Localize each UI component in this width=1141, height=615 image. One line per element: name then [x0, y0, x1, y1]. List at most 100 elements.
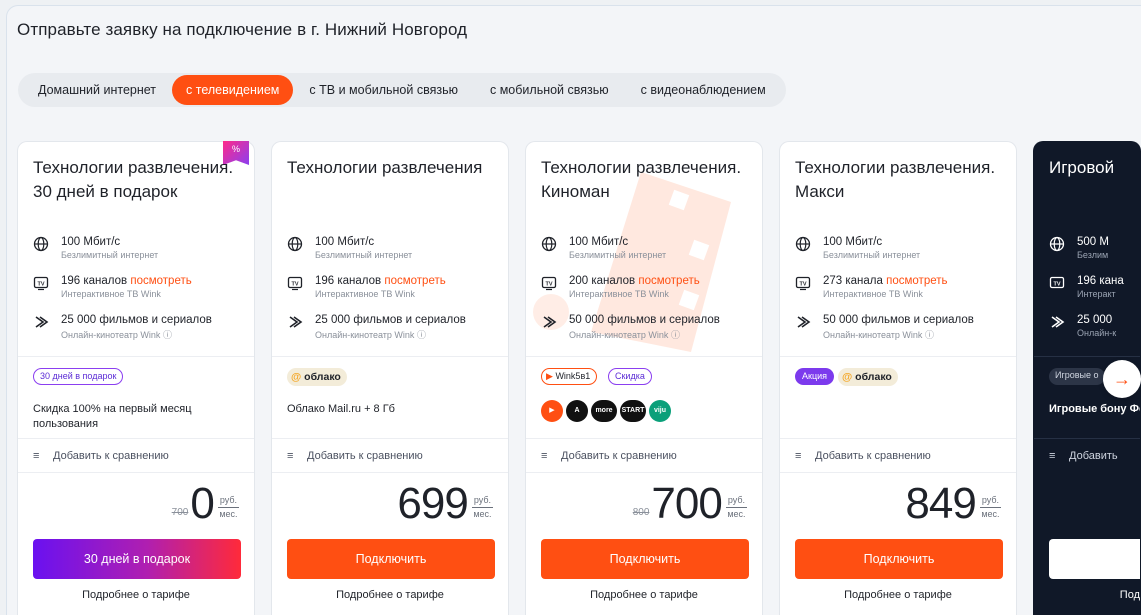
- tab-mobile[interactable]: с мобильной связью: [474, 75, 625, 105]
- tab-video-surveillance[interactable]: с видеонаблюдением: [625, 75, 782, 105]
- divider: [1034, 438, 1140, 439]
- movies-count: 25 000: [1077, 314, 1113, 326]
- channels-link[interactable]: посмотреть: [638, 275, 699, 287]
- globe-icon: [1049, 236, 1065, 252]
- globe-icon: [287, 236, 303, 252]
- tariff-name: Игровой: [1049, 158, 1115, 177]
- play-icon: ▶: [546, 371, 553, 381]
- old-price: 800: [632, 507, 650, 518]
- promo-text: Игровые бону Фогейм: [1049, 403, 1140, 415]
- gift-badge: 30 дней в подарок: [33, 368, 124, 385]
- svg-text:TV: TV: [291, 281, 298, 287]
- movies-count: 25 000 фильмов и сериалов: [315, 314, 466, 326]
- tv-desc: Интерактивное ТВ Wink: [823, 289, 923, 299]
- tv-icon: TV: [541, 276, 557, 291]
- tariff-details-link[interactable]: Подробнее о тарифе: [18, 589, 254, 601]
- tv-desc: Интерактивное ТВ Wink: [315, 289, 415, 299]
- compare-icon: ≡: [541, 450, 548, 462]
- internet-speed: 100 Мбит/с: [61, 236, 121, 248]
- tab-home-internet[interactable]: Домашний интернет: [22, 75, 172, 105]
- svg-text:TV: TV: [37, 281, 44, 287]
- tariff-details-link[interactable]: Подробнее о тарифе: [272, 589, 508, 601]
- tariff-name: Технологии развлечения: [287, 158, 483, 177]
- price-block: 849 руб. мес.: [905, 480, 1001, 526]
- wink-badge: ▶ Wink5в1: [541, 368, 598, 385]
- discount-badge: Скидка: [608, 368, 652, 385]
- tariff-card: % Технологии развлечения. 30 дней в пода…: [17, 141, 255, 615]
- add-to-compare[interactable]: ≡ Добавить к сравнению: [795, 450, 931, 462]
- movies-count: 50 000 фильмов и сериалов: [569, 314, 720, 326]
- tab-with-tv[interactable]: с телевидением: [172, 75, 294, 105]
- svg-text:TV: TV: [799, 281, 806, 287]
- internet-desc: Безлимитный интернет: [823, 250, 921, 260]
- internet-desc: Безлим: [1077, 250, 1109, 260]
- compare-icon: ≡: [1049, 450, 1056, 462]
- globe-icon: [33, 236, 49, 252]
- internet-speed: 500 М: [1077, 236, 1109, 248]
- divider: [780, 356, 1016, 357]
- tariff-details-link[interactable]: Подробнее о тарифе: [780, 589, 1016, 601]
- divider: [526, 472, 762, 473]
- arrow-right-icon[interactable]: →: [1103, 360, 1141, 398]
- price-block: 699 руб. мес.: [397, 480, 493, 526]
- help-icon[interactable]: ⓘ: [671, 330, 680, 340]
- tariff-details-link[interactable]: Подробнее о тарифе: [526, 589, 762, 601]
- gift-button[interactable]: 30 дней в подарок: [33, 539, 241, 579]
- price: 699: [397, 479, 468, 528]
- internet-desc: Безлимитный интернет: [569, 250, 667, 260]
- amediateka-logo-icon: A: [566, 400, 588, 422]
- connect-button[interactable]: Подключить: [795, 539, 1003, 579]
- connect-button[interactable]: [1049, 539, 1140, 579]
- divider: [272, 438, 508, 439]
- help-icon[interactable]: ⓘ: [163, 330, 172, 340]
- divider: [780, 472, 1016, 473]
- channels-link[interactable]: посмотреть: [384, 275, 445, 287]
- tariff-name: Технологии развлечения. 30 дней в подаро…: [33, 158, 234, 201]
- price-unit: руб. мес.: [471, 495, 493, 519]
- tv-desc: Интерактивное ТВ Wink: [569, 289, 669, 299]
- channels-link[interactable]: посмотреть: [130, 275, 191, 287]
- add-to-compare[interactable]: ≡ Добавить: [1049, 450, 1118, 462]
- tv-icon: TV: [1049, 276, 1065, 289]
- svg-text:TV: TV: [1053, 281, 1060, 287]
- tv-channels: 196 каналов посмотреть: [61, 275, 192, 287]
- channels-link[interactable]: посмотреть: [886, 275, 947, 287]
- movies-desc: Онлайн-кинотеатр Wink ⓘ: [823, 330, 934, 340]
- tv-desc: Интерактивное ТВ Wink: [61, 289, 161, 299]
- divider: [18, 356, 254, 357]
- film-icon: [543, 316, 557, 328]
- movies-desc: Онлайн-кинотеатр Wink ⓘ: [61, 330, 172, 340]
- tariff-name: Технологии развлечения. Макси: [795, 158, 996, 201]
- partner-logos: ▶ A more START viju: [541, 400, 671, 422]
- tv-channels: 196 кана: [1077, 275, 1124, 287]
- movies-desc: Онлайн-к: [1077, 328, 1117, 338]
- connect-button[interactable]: Подключить: [287, 539, 495, 579]
- wink-logo-icon: ▶: [541, 400, 563, 422]
- divider: [780, 438, 1016, 439]
- at-icon: @: [842, 371, 853, 383]
- movies-desc: Онлайн-кинотеатр Wink ⓘ: [315, 330, 426, 340]
- help-icon[interactable]: ⓘ: [925, 330, 934, 340]
- tariff-card: Технологии развлечения. Киноман 100 Мбит…: [525, 141, 763, 615]
- help-icon[interactable]: ⓘ: [417, 330, 426, 340]
- divider: [1034, 356, 1140, 357]
- add-to-compare[interactable]: ≡ Добавить к сравнению: [541, 450, 677, 462]
- tv-icon: TV: [795, 276, 811, 291]
- price-unit: руб. мес.: [979, 495, 1001, 519]
- connect-button[interactable]: Подключить: [541, 539, 749, 579]
- tab-tv-mobile[interactable]: с ТВ и мобильной связью: [293, 75, 474, 105]
- internet-speed: 100 Мбит/с: [823, 236, 883, 248]
- movies-desc: Онлайн-кинотеатр Wink ⓘ: [569, 330, 680, 340]
- add-to-compare[interactable]: ≡ Добавить к сравнению: [287, 450, 423, 462]
- tv-icon: TV: [287, 276, 303, 291]
- price-unit: руб. мес.: [217, 495, 239, 519]
- add-to-compare[interactable]: ≡ Добавить к сравнению: [33, 450, 169, 462]
- tariff-name: Технологии развлечения. Киноман: [541, 158, 742, 201]
- tariff-details-link[interactable]: Под: [1034, 589, 1140, 601]
- price-block: 800 700 руб. мес.: [633, 480, 747, 526]
- movies-count: 25 000 фильмов и сериалов: [61, 314, 212, 326]
- film-icon: [35, 316, 49, 328]
- svg-text:TV: TV: [545, 281, 552, 287]
- internet-speed: 100 Мбит/с: [569, 236, 629, 248]
- promo-text: Скидка 100% на первый месяц пользования: [33, 403, 192, 430]
